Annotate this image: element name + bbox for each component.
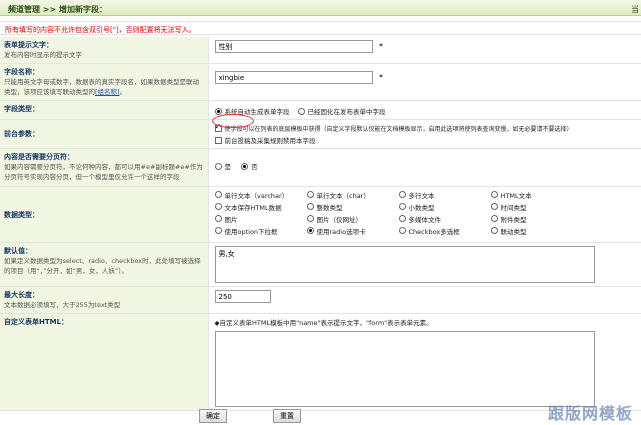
- row-frontend: 前台参数： 使字段可以在列表的底层模板中获得（自定义字段默认仅能在文档模板显示，…: [0, 119, 641, 149]
- notice-bar: 所有填写的内容不允许包含双引号["]，否则配置将无法写入。: [0, 21, 641, 35]
- disable-submit-checkbox[interactable]: [214, 136, 222, 144]
- breadcrumb: 频道管理 >> 增加新字段：: [8, 5, 107, 14]
- field-type-label: 字段类型：: [4, 105, 39, 113]
- html-hint: ◆自定义表单HTML模板中用"name"表示提示文字，"form"表示表单元素。: [214, 319, 433, 327]
- title-input[interactable]: [214, 40, 373, 53]
- paging-label: 内容是否需要分页符：: [4, 153, 74, 161]
- maxlen-desc: 文本数据必须填写，大于255为text类型: [4, 301, 121, 309]
- frontend-label: 前台参数：: [4, 130, 39, 138]
- field-form: 表单提示文字： 发布内容时显示的提示文字 * 字段名称： 只能用英文字母或数字，…: [0, 37, 641, 411]
- top-header: 频道管理 >> 增加新字段： 当: [0, 0, 641, 16]
- paging-radio-yes[interactable]: [214, 162, 222, 170]
- required-mark: *: [379, 72, 384, 82]
- row-paging: 内容是否需要分页符： 如果内容需要分页符，不论何种内容，都可以用#e#副标题#e…: [0, 148, 641, 187]
- data-type-radio-radio[interactable]: [306, 227, 314, 234]
- name-label: 字段名称：: [4, 68, 39, 76]
- data-type-label: 数据类型：: [4, 211, 39, 219]
- data-type-radio-select[interactable]: [214, 227, 222, 234]
- reset-button[interactable]: 重置: [273, 409, 301, 423]
- list-template-checkbox[interactable]: [214, 122, 222, 132]
- data-type-radio-html[interactable]: [490, 191, 498, 198]
- row-title: 表单提示文字： 发布内容时显示的提示文字 *: [0, 37, 641, 64]
- default-value-textarea[interactable]: 男,女: [214, 246, 595, 283]
- row-html: 自定义表单HTML： ◆自定义表单HTML模板中用"name"表示提示文字，"f…: [0, 313, 641, 411]
- html-label: 自定义表单HTML：: [4, 318, 69, 326]
- data-type-options: 单行文本（varchar） 单行文本（char） 多行文本 HTML文本 文本保…: [214, 190, 636, 236]
- back-link[interactable]: 当: [631, 4, 639, 15]
- data-type-radio-attachment[interactable]: [490, 215, 498, 222]
- watermark: 跟版网模板: [547, 404, 633, 423]
- data-type-radio-float[interactable]: [398, 203, 406, 210]
- group-name-link[interactable]: [组名称]: [95, 88, 120, 96]
- row-maxlen: 最大长度： 文本数据必须填写，大于255为text类型: [0, 286, 641, 314]
- row-default: 默认值： 如果定义数据类型为select、radio、checkbox时，此处填…: [0, 242, 641, 287]
- field-type-radio-fixed[interactable]: [297, 107, 305, 115]
- data-type-radio-datetime[interactable]: [490, 203, 498, 210]
- row-name: 字段名称： 只能用英文字母或数字，数据表的真实字段名，如果数据类型是联动类型，该…: [0, 63, 641, 101]
- data-type-radio-image[interactable]: [214, 215, 222, 222]
- html-textarea[interactable]: [214, 331, 595, 407]
- paging-desc: 如果内容需要分页符，不论何种内容，都可以用#e#副标题#e#作为分页符号实现内容…: [4, 163, 203, 181]
- data-type-radio-media[interactable]: [398, 215, 406, 222]
- title-desc: 发布内容时显示的提示文字: [4, 51, 82, 59]
- title-label: 表单提示文字：: [4, 41, 53, 49]
- data-type-radio-int[interactable]: [306, 203, 314, 210]
- notice-text: 所有填写的内容不允许包含双引号["]，否则配置将无法写入。: [5, 26, 196, 34]
- required-mark: *: [379, 41, 384, 51]
- maxlen-input[interactable]: [214, 290, 271, 303]
- data-type-radio-image-url[interactable]: [306, 215, 314, 222]
- data-type-radio-multiline[interactable]: [398, 191, 406, 198]
- row-field-type: 字段类型： 系统自动生成表单字段 已经固化在发布表单中字段: [0, 100, 641, 120]
- field-type-radio-auto[interactable]: [214, 107, 222, 115]
- default-label: 默认值：: [4, 247, 32, 255]
- data-type-radio-checkbox[interactable]: [398, 227, 406, 234]
- row-data-type: 数据类型： 单行文本（varchar） 单行文本（char） 多行文本 HTML…: [0, 186, 641, 243]
- data-type-radio-varchar[interactable]: [214, 191, 222, 198]
- name-input[interactable]: [214, 71, 373, 84]
- data-type-radio-char[interactable]: [306, 191, 314, 198]
- data-type-radio-html-data[interactable]: [214, 203, 222, 210]
- data-type-radio-linkage[interactable]: [490, 227, 498, 234]
- paging-radio-no[interactable]: [241, 162, 248, 170]
- button-row: 确定 重置: [0, 405, 641, 425]
- submit-button[interactable]: 确定: [199, 409, 227, 423]
- maxlen-label: 最大长度：: [4, 291, 39, 299]
- default-desc: 如果定义数据类型为select、radio、checkbox时，此处填写被选择的…: [4, 257, 201, 275]
- name-desc: 只能用英文字母或数字，数据表的真实字段名，如果数据类型是联动类型，该项应该填写联…: [4, 78, 199, 96]
